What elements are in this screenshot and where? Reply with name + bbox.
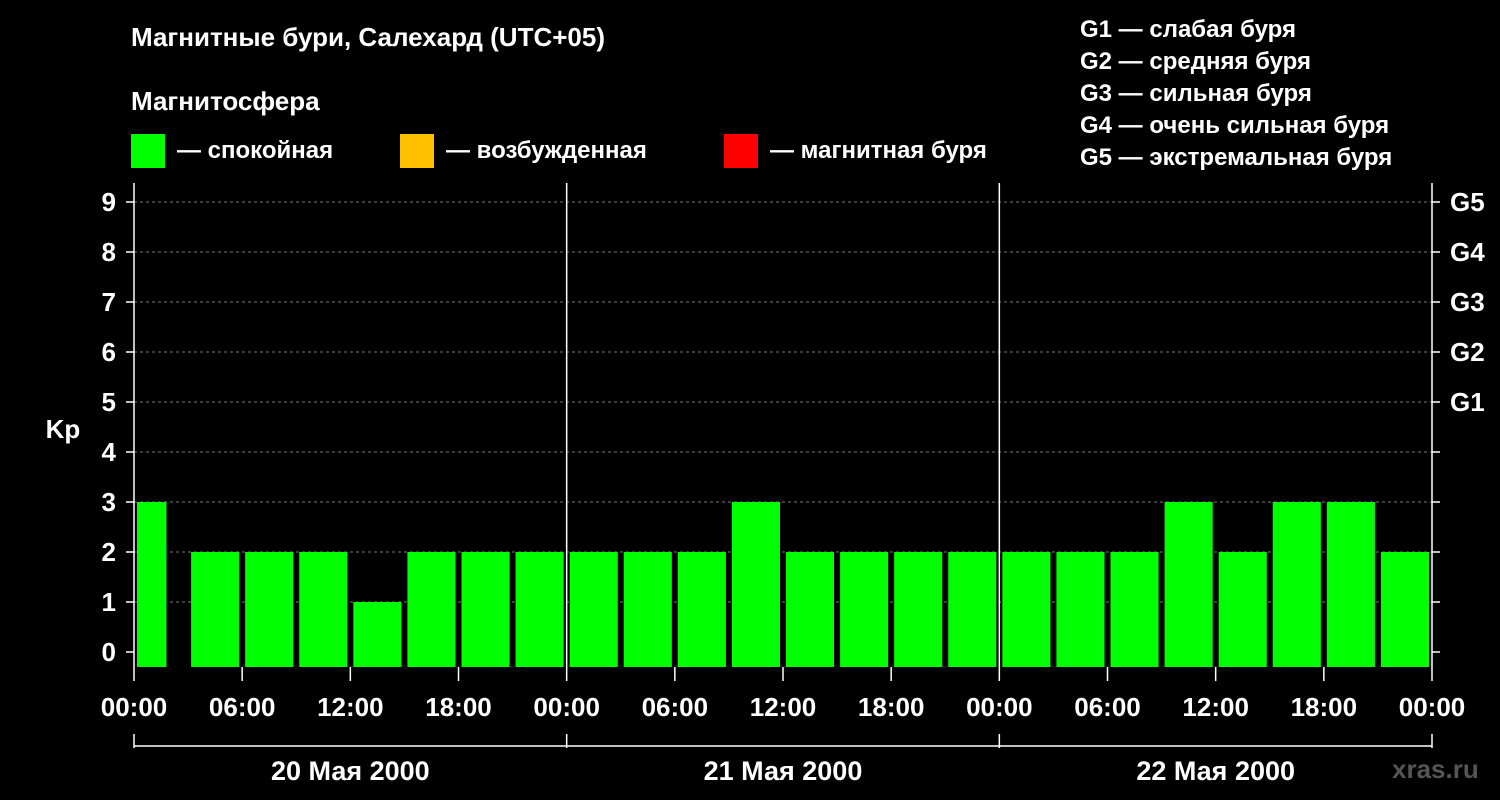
- y-tick-label-3: 3: [102, 487, 116, 517]
- bar-22: [1326, 502, 1375, 667]
- x-tick-label-6: 12:00: [750, 692, 817, 722]
- x-tick-label-7: 18:00: [858, 692, 925, 722]
- watermark: xras.ru: [1392, 754, 1479, 784]
- bar-2: [245, 552, 294, 667]
- g-label-4: G4: [1450, 237, 1485, 267]
- date-label-0: 20 Мая 2000: [271, 756, 430, 786]
- y-tick-label-4: 4: [102, 437, 117, 467]
- bars-layer: [137, 502, 1429, 667]
- bar-18: [1110, 552, 1159, 667]
- y-tick-label-9: 9: [102, 187, 116, 217]
- g-label-1: G1: [1450, 387, 1485, 417]
- bar-20: [1218, 552, 1267, 667]
- y-axis-label: Kp: [46, 414, 81, 444]
- bar-13: [840, 552, 889, 667]
- bar-9: [623, 552, 672, 667]
- x-tick-label-3: 18:00: [425, 692, 492, 722]
- date-label-1: 21 Мая 2000: [704, 756, 863, 786]
- y-tick-label-0: 0: [102, 637, 116, 667]
- bar-4: [353, 602, 402, 667]
- bar-1: [191, 552, 240, 667]
- x-tick-label-9: 06:00: [1074, 692, 1141, 722]
- g-label-2: G2: [1450, 337, 1485, 367]
- g-label-5: G5: [1450, 187, 1485, 217]
- y-tick-label-8: 8: [102, 237, 116, 267]
- bar-10: [677, 552, 726, 667]
- y-tick-label-6: 6: [102, 337, 116, 367]
- y-tick-label-1: 1: [102, 587, 116, 617]
- x-tick-label-4: 00:00: [533, 692, 600, 722]
- x-tick-label-10: 12:00: [1182, 692, 1249, 722]
- bar-6: [461, 552, 510, 667]
- bar-5: [407, 552, 456, 667]
- x-tick-label-11: 18:00: [1291, 692, 1358, 722]
- axes-layer: 0 1 2 3 4 5 6 7 8 9 G1 G2 G3 G4 G5 00:00 06:00 12:00 18:00…: [101, 183, 1485, 786]
- bar-14: [894, 552, 943, 667]
- x-tick-label-2: 12:00: [317, 692, 384, 722]
- x-tick-label-8: 00:00: [966, 692, 1033, 722]
- x-tick-label-5: 06:00: [642, 692, 709, 722]
- y-tick-label-2: 2: [102, 537, 116, 567]
- y-tick-label-7: 7: [102, 287, 116, 317]
- bar-11: [731, 502, 780, 667]
- bar-0: [137, 502, 167, 667]
- g-label-3: G3: [1450, 287, 1485, 317]
- x-tick-label-12: 00:00: [1399, 692, 1466, 722]
- x-tick-label-0: 00:00: [101, 692, 168, 722]
- bar-8: [569, 552, 618, 667]
- bar-16: [1002, 552, 1051, 667]
- x-tick-label-1: 06:00: [209, 692, 276, 722]
- bar-23: [1380, 552, 1429, 667]
- bar-21: [1272, 502, 1321, 667]
- kp-bar-chart: 0 1 2 3 4 5 6 7 8 9 G1 G2 G3 G4 G5 00:00 06:00 12:00 18:00…: [46, 183, 1485, 786]
- y-tick-label-5: 5: [102, 387, 116, 417]
- bar-19: [1164, 502, 1213, 667]
- grid-layer: [134, 201, 1432, 603]
- bar-7: [515, 552, 564, 667]
- bar-15: [948, 552, 997, 667]
- bar-12: [786, 552, 835, 667]
- date-label-2: 22 Мая 2000: [1136, 756, 1295, 786]
- bar-3: [299, 552, 348, 667]
- bar-17: [1056, 552, 1105, 667]
